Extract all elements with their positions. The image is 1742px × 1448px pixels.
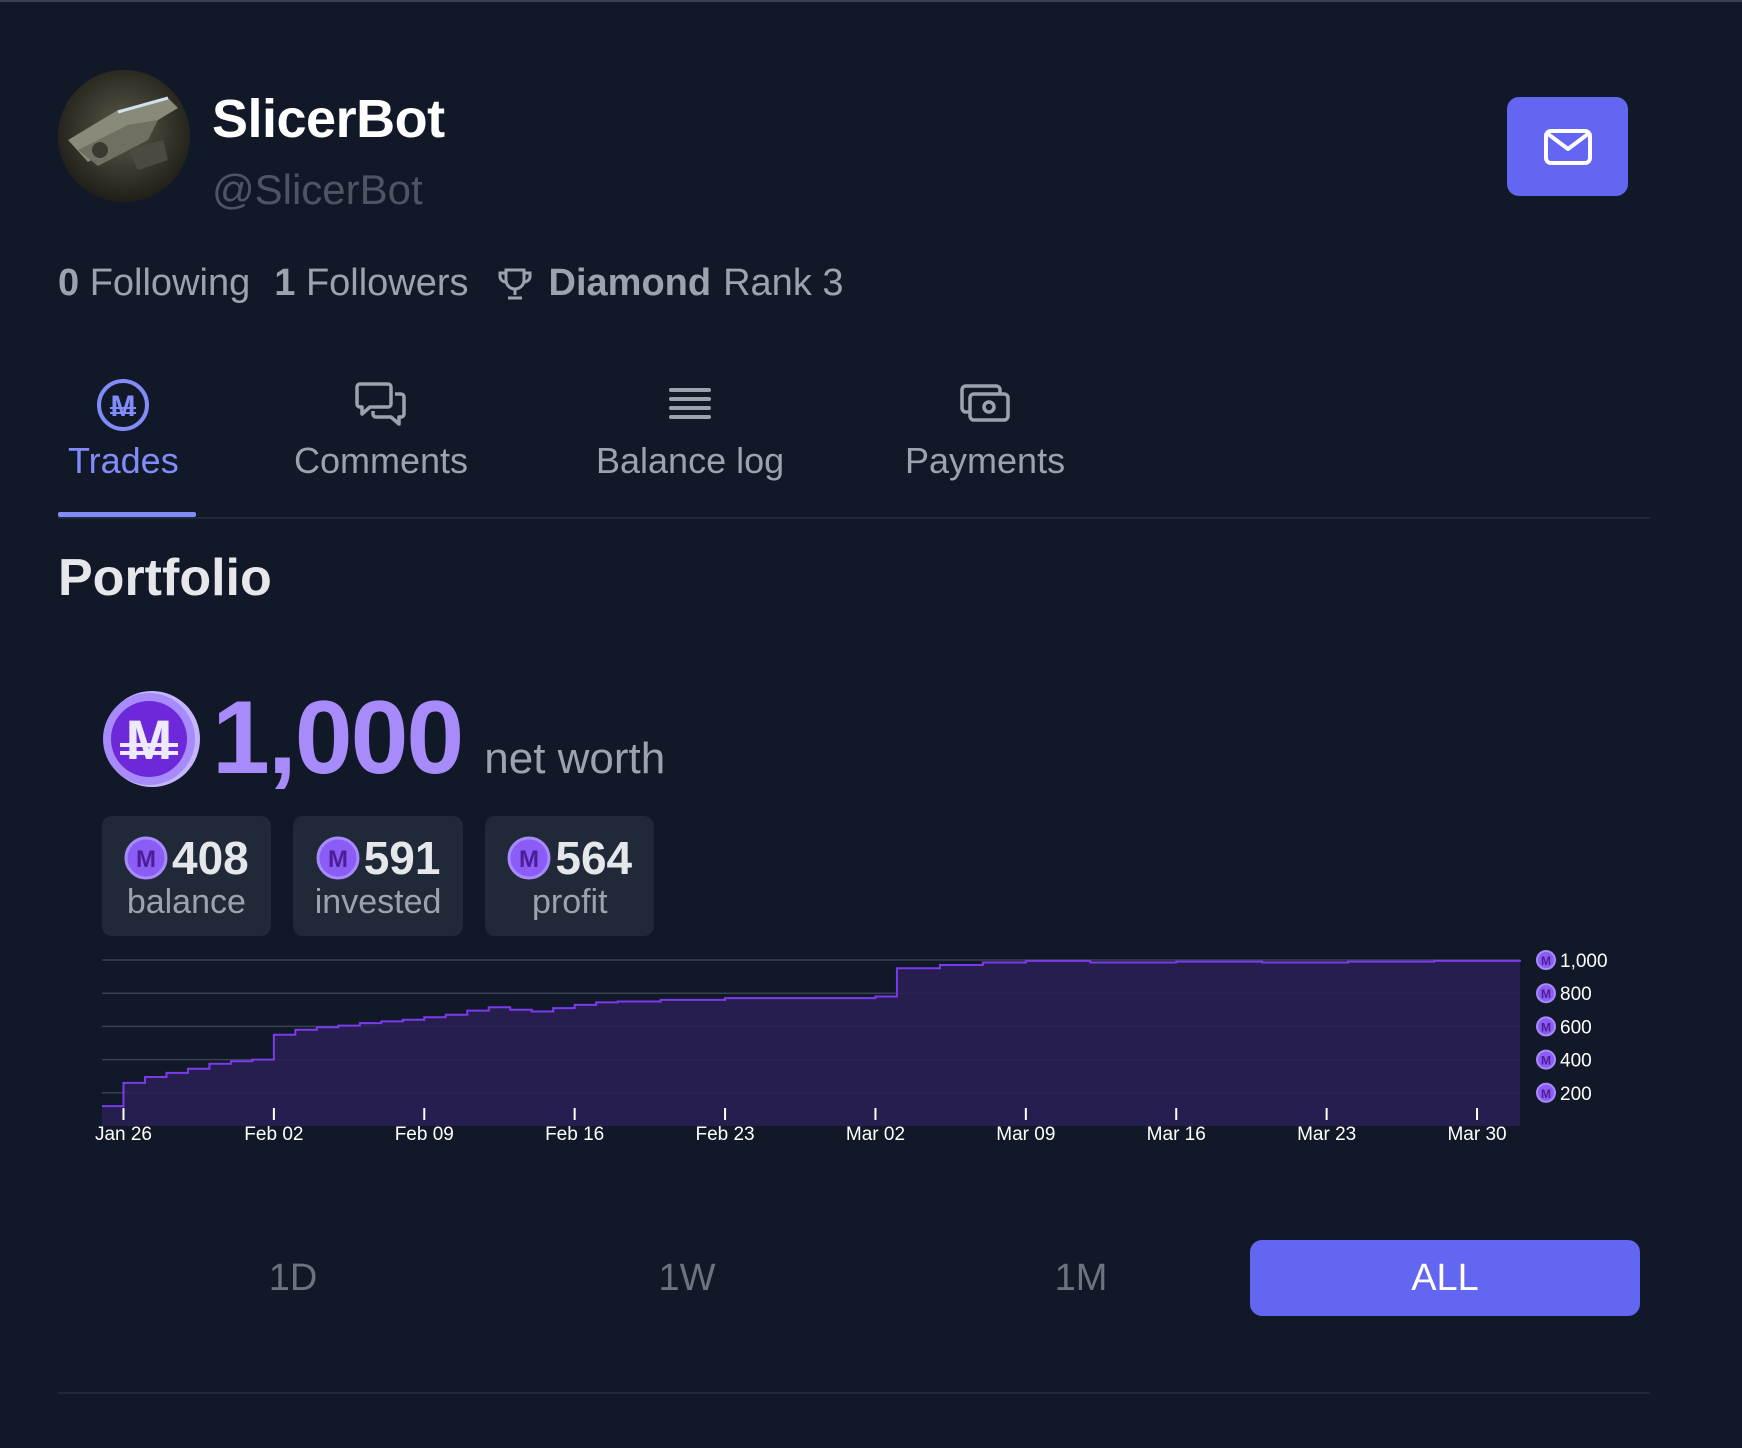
list-icon: [669, 388, 712, 419]
following-label: Following: [89, 262, 251, 304]
tab-label: Comments: [294, 440, 469, 481]
x-tick-label: Mar 30: [1447, 1124, 1506, 1145]
window-top-border: [0, 0, 1742, 2]
x-tick-label: Feb 16: [545, 1124, 604, 1145]
avatar-image: [58, 70, 190, 202]
range-1m-button[interactable]: 1M: [886, 1240, 1276, 1316]
x-tick-label: Mar 23: [1297, 1124, 1356, 1145]
rank-label: Rank 3: [723, 262, 844, 304]
net-worth: M 1,000 net worth: [100, 686, 665, 790]
bottom-divider: [58, 1392, 1650, 1394]
x-tick-label: Mar 02: [846, 1124, 905, 1145]
tab-comments[interactable]: Comments: [294, 378, 468, 482]
y-tick-coin-glyph: M: [1541, 1054, 1551, 1068]
net-worth-label: net worth: [484, 734, 666, 783]
invested-value: 591: [363, 831, 441, 884]
followers-stat[interactable]: 1 Followers: [274, 262, 468, 305]
profile-stats: 0 Following 1 Followers Diamond Rank 3: [58, 262, 844, 305]
svg-text:M: M: [328, 846, 348, 873]
mana-coin-icon: M: [97, 379, 150, 431]
tab-payments[interactable]: Payments: [905, 378, 1065, 482]
svg-text:M: M: [136, 846, 156, 873]
tabs-divider: [58, 517, 1650, 519]
balance-card: M 408 balance: [102, 816, 271, 936]
svg-text:M: M: [126, 708, 173, 771]
profit-value: 564: [555, 831, 633, 884]
x-tick-label: Feb 02: [244, 1124, 303, 1145]
following-stat[interactable]: 0 Following: [58, 262, 250, 305]
followers-label: Followers: [305, 262, 469, 304]
profile-name: SlicerBot: [212, 89, 445, 149]
x-tick-label: Feb 09: [395, 1124, 454, 1145]
y-tick-label: 200: [1560, 1084, 1592, 1105]
profile-tabs: M Trades Comments Balance log Payments: [58, 378, 1650, 518]
tab-balance-log[interactable]: Balance log: [596, 378, 784, 482]
mana-coin-icon: M: [316, 836, 360, 879]
svg-text:M: M: [519, 846, 539, 873]
invested-label: invested: [314, 882, 442, 921]
mail-icon: [1543, 128, 1592, 165]
avatar[interactable]: [58, 70, 190, 202]
x-tick-label: Feb 23: [695, 1124, 754, 1145]
profit-card: M 564 profit: [485, 816, 655, 936]
y-tick-label: 800: [1560, 984, 1592, 1005]
following-count: 0: [58, 262, 80, 304]
rank-badge[interactable]: Diamond Rank 3: [497, 262, 844, 305]
portfolio-cards: M 408 balance M 591 invested M 564 profi…: [102, 816, 676, 936]
followers-count: 1: [274, 262, 296, 304]
mana-coin-icon: M: [507, 836, 551, 879]
mana-coin-icon: M: [103, 691, 200, 787]
invested-card: M 591 invested: [292, 816, 464, 936]
y-tick-label: 400: [1560, 1051, 1592, 1072]
trophy-icon: [498, 268, 532, 299]
profile-handle: @SlicerBot: [212, 166, 423, 213]
tab-label: Payments: [905, 440, 1066, 481]
x-tick-label: Mar 16: [1147, 1124, 1206, 1145]
range-all-button[interactable]: ALL: [1250, 1240, 1640, 1316]
rank-tier: Diamond: [548, 262, 712, 304]
chat-bubbles-icon: [355, 382, 406, 426]
profit-label: profit: [531, 882, 608, 921]
mana-coin-icon: M: [124, 836, 168, 879]
y-tick-coin-glyph: M: [1541, 987, 1551, 1001]
portfolio-title: Portfolio: [58, 549, 272, 607]
x-tick-label: Jan 26: [95, 1124, 152, 1145]
tab-label: Trades: [68, 440, 179, 481]
balance-value: 408: [172, 831, 249, 884]
tab-trades[interactable]: M Trades: [68, 378, 179, 482]
net-worth-value: 1,000: [212, 680, 464, 796]
message-button[interactable]: [1507, 97, 1628, 196]
svg-text:M: M: [111, 390, 136, 423]
y-tick-coin-glyph: M: [1541, 1087, 1551, 1101]
range-1w-button[interactable]: 1W: [492, 1240, 882, 1316]
y-tick-label: 600: [1560, 1017, 1592, 1038]
time-range-selector: 1D 1W 1M ALL: [98, 1240, 1640, 1316]
y-tick-coin-glyph: M: [1541, 1020, 1551, 1034]
range-1d-button[interactable]: 1D: [98, 1240, 488, 1316]
y-tick-coin-glyph: M: [1541, 954, 1551, 968]
tab-label: Balance log: [596, 440, 785, 481]
balance-label: balance: [126, 882, 246, 921]
x-tick-label: Mar 09: [996, 1124, 1055, 1145]
portfolio-chart[interactable]: M 1,000 M 800 M 600 M 400 M 200 Jan 26 Feb 02 Feb 09…: [80, 950, 1640, 1150]
cash-icon: [960, 384, 1010, 422]
y-tick-label: 1,000: [1560, 951, 1608, 972]
